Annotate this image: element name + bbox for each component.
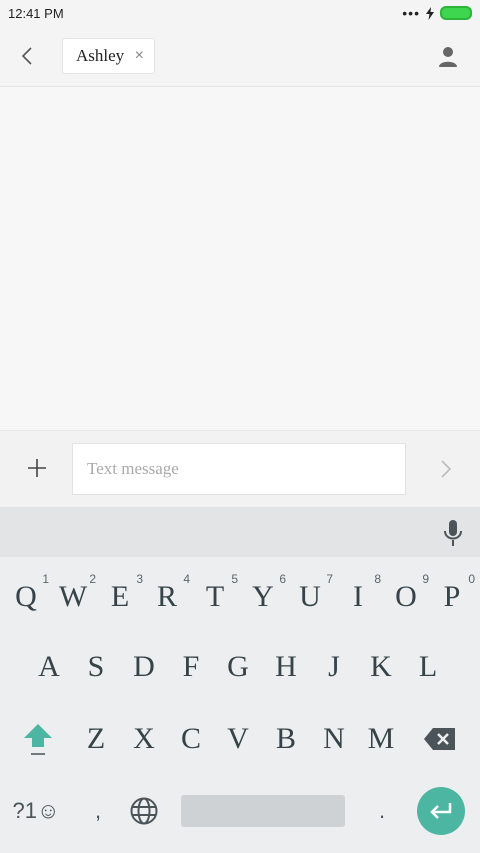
key-r[interactable]: R4 [143,567,191,627]
key-s[interactable]: S [72,637,120,697]
key-a[interactable]: A [25,637,73,697]
person-icon [439,47,457,67]
more-notifications-icon: ••• [402,5,420,21]
key-d[interactable]: D [120,637,168,697]
language-key[interactable] [126,793,162,829]
key-x[interactable]: X [120,709,168,769]
status-bar: 12:41 PM ••• [0,0,480,28]
key-c[interactable]: C [167,709,215,769]
message-thread [0,87,480,430]
space-bar[interactable] [181,795,345,827]
symbols-key[interactable]: ?1☺ [8,793,64,829]
key-f[interactable]: F [167,637,215,697]
chevron-right-icon [441,460,452,478]
add-attachment-button[interactable] [25,456,49,480]
period-key[interactable]: . [364,793,400,829]
key-u[interactable]: U7 [286,567,334,627]
shift-arrow-icon [24,724,52,755]
message-input[interactable] [72,443,406,495]
comma-key[interactable]: , [80,793,116,829]
charging-icon [426,6,434,20]
key-l[interactable]: L [404,637,452,697]
status-time: 12:41 PM [8,6,64,21]
key-z[interactable]: Z [72,709,120,769]
battery-icon [440,6,472,20]
backspace-key[interactable] [420,723,460,755]
recipient-chip[interactable]: Ashley × [62,38,155,74]
send-button[interactable] [438,457,454,481]
key-y[interactable]: Y6 [239,567,287,627]
globe-icon [130,797,158,825]
microphone-icon [444,520,462,546]
keyboard-suggestion-bar [0,507,480,557]
enter-arrow-icon [430,803,452,819]
recipient-name: Ashley [76,46,125,65]
plus-icon [28,459,46,477]
key-n[interactable]: N [310,709,358,769]
key-j[interactable]: J [310,637,358,697]
voice-input-button[interactable] [442,519,464,547]
key-t[interactable]: T5 [191,567,239,627]
key-i[interactable]: I8 [334,567,382,627]
contacts-button[interactable] [438,46,458,68]
chevron-left-icon [21,47,32,65]
key-m[interactable]: M [357,709,405,769]
key-v[interactable]: V [214,709,262,769]
key-b[interactable]: B [262,709,310,769]
key-h[interactable]: H [262,637,310,697]
enter-key[interactable] [417,787,465,835]
keyboard: Q1 W2 E3 R4 T5 Y6 U7 I8 O9 P0 A S D F G … [0,557,480,853]
key-q[interactable]: Q1 [2,567,50,627]
key-g[interactable]: G [214,637,262,697]
recipient-header: Ashley × [0,28,480,87]
key-o[interactable]: O9 [382,567,430,627]
key-p[interactable]: P0 [428,567,476,627]
remove-recipient-icon[interactable]: × [135,47,144,65]
backspace-icon [424,728,455,750]
key-k[interactable]: K [357,637,405,697]
compose-bar [0,430,480,507]
key-w[interactable]: W2 [49,567,97,627]
shift-key[interactable] [14,711,62,767]
status-icons: ••• [402,6,472,20]
key-e[interactable]: E3 [96,567,144,627]
back-button[interactable] [16,44,40,68]
